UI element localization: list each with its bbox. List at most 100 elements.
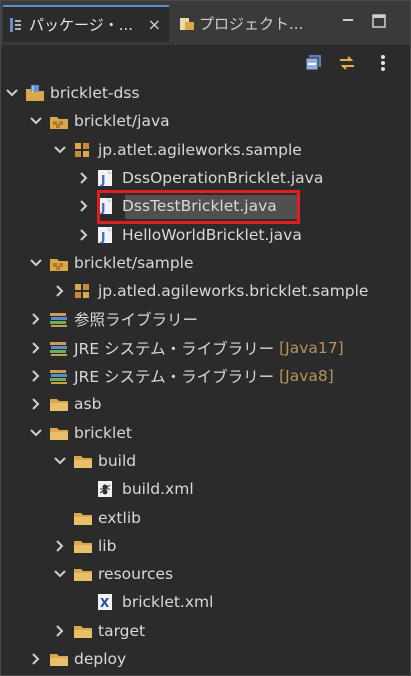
source-folder-icon — [49, 254, 68, 272]
folder-icon — [49, 395, 68, 413]
tab-package-explorer[interactable]: パッケージ・... × — [3, 5, 169, 42]
package-explorer-icon — [9, 17, 23, 33]
tree-item-label: JRE システム・ライブラリー — [74, 339, 275, 358]
folder-icon — [73, 537, 92, 555]
chevron-right-icon[interactable] — [53, 284, 67, 298]
tree-item-label: asb — [74, 395, 102, 414]
tree-item-decoration: [Java8] — [279, 367, 334, 385]
tree-item[interactable]: JRE システム・ライブラリー [Java8] — [29, 363, 334, 389]
chevron-right-icon[interactable] — [29, 341, 43, 355]
close-icon[interactable]: × — [148, 15, 161, 34]
chevron-right-icon[interactable] — [77, 228, 91, 242]
tree-item-label: target — [98, 621, 146, 640]
chevron-down-icon[interactable] — [29, 114, 43, 128]
chevron-down-icon[interactable] — [53, 143, 67, 157]
svg-text:J: J — [100, 230, 105, 244]
tree-item-label: jp.atlet.agileworks.sample — [98, 140, 302, 159]
library-icon — [49, 367, 67, 385]
svg-text:X: X — [100, 596, 110, 610]
library-icon — [49, 310, 67, 328]
tree-item[interactable]: jp.atled.agileworks.bricklet.sample — [53, 278, 368, 304]
folder-icon — [73, 509, 92, 527]
view-tab-bar: パッケージ・... × プロジェクト... — [1, 1, 410, 45]
chevron-down-icon[interactable] — [53, 454, 67, 468]
tree-item-label: 参照ライブラリー — [74, 311, 199, 330]
package-icon — [73, 141, 91, 159]
tab-package-explorer-label: パッケージ・... — [29, 16, 134, 34]
package-explorer-view: パッケージ・... × プロジェクト... Jbricklet-dss brick… — [0, 0, 411, 676]
maximize-icon[interactable] — [371, 13, 387, 28]
tree-item-label: resources — [98, 565, 174, 584]
xml-file-icon: X — [97, 593, 115, 611]
tree-item[interactable]: bricklet/sample — [29, 250, 194, 276]
tree-item-label: deploy — [74, 650, 127, 668]
tree-item[interactable]: deploy — [29, 646, 126, 672]
tree-item-label: HelloWorldBricklet.java — [122, 225, 302, 244]
java-file-icon: J — [97, 226, 115, 244]
svg-text:J: J — [100, 173, 105, 187]
tree-item[interactable]: JRE システム・ライブラリー [Java17] — [29, 335, 344, 361]
tree-item[interactable]: extlib — [53, 505, 141, 531]
source-folder-icon — [49, 112, 68, 130]
chevron-right-icon[interactable] — [77, 171, 91, 185]
collapse-all-icon[interactable] — [304, 53, 324, 73]
library-icon — [49, 339, 67, 357]
tree-item-label: bricklet — [74, 423, 132, 442]
tree-item[interactable]: bricklet/java — [29, 108, 170, 134]
chevron-right-icon[interactable] — [53, 624, 67, 638]
chevron-down-icon[interactable] — [29, 426, 43, 440]
chevron-right-icon[interactable] — [29, 312, 43, 326]
folder-icon — [73, 452, 92, 470]
tree-item-label: build — [98, 451, 137, 470]
chevron-right-icon[interactable] — [29, 652, 43, 666]
tree-item-label: bricklet-dss — [50, 84, 140, 102]
tree-item[interactable]: bricklet — [29, 420, 132, 446]
tree-item-label: DssOperationBricklet.java — [122, 168, 324, 187]
chevron-down-icon[interactable] — [5, 86, 19, 100]
chevron-right-icon[interactable] — [53, 539, 67, 553]
tab-project-explorer[interactable]: プロジェクト... — [173, 5, 308, 42]
tree-item[interactable]: Jbricklet-dss — [5, 80, 140, 106]
tree-item[interactable]: resources — [53, 561, 173, 587]
tree-item[interactable]: build.xml — [77, 476, 194, 502]
chevron-right-icon[interactable] — [77, 199, 91, 213]
selected-file-highlight — [97, 190, 300, 224]
package-icon — [73, 282, 91, 300]
tree-item-label: extlib — [98, 508, 141, 527]
minimize-icon[interactable] — [340, 13, 356, 27]
project-explorer-icon — [179, 16, 194, 32]
java-project-icon: J — [25, 84, 44, 102]
chevron-down-icon[interactable] — [29, 256, 43, 270]
folder-icon — [49, 424, 68, 442]
view-menu-icon[interactable] — [373, 53, 393, 73]
folder-icon — [73, 622, 92, 640]
tree-item[interactable]: J HelloWorldBricklet.java — [77, 222, 302, 248]
tree-item-label: bricklet/java — [74, 112, 170, 131]
tree-item[interactable]: J DssOperationBricklet.java — [77, 165, 323, 191]
tree-item[interactable]: Xbricklet.xml — [77, 589, 213, 615]
tree-item[interactable]: lib — [53, 533, 116, 559]
tree-item-label: jp.atled.agileworks.bricklet.sample — [98, 282, 369, 301]
tree-item[interactable]: build — [53, 448, 136, 474]
link-with-editor-icon[interactable] — [337, 53, 357, 73]
chevron-right-icon[interactable] — [29, 369, 43, 383]
tree-item-label: bricklet/sample — [74, 253, 194, 272]
tree-item-label: build.xml — [122, 480, 194, 499]
tree-item[interactable]: jp.atlet.agileworks.sample — [53, 137, 302, 163]
tree-item[interactable]: target — [53, 618, 145, 644]
folder-icon — [73, 565, 92, 583]
svg-text:J: J — [31, 85, 34, 93]
tree-item-decoration: [Java17] — [279, 338, 344, 357]
ant-xml-file-icon — [97, 480, 115, 498]
tree-item[interactable]: asb — [29, 391, 101, 417]
chevron-down-icon[interactable] — [53, 567, 67, 581]
tab-project-explorer-label: プロジェクト... — [199, 15, 304, 33]
view-toolbar — [1, 45, 410, 81]
java-file-icon: J — [97, 169, 115, 187]
tree-item[interactable]: 参照ライブラリー — [29, 306, 198, 332]
tree-item-label: JRE システム・ライブラリー — [74, 368, 275, 386]
chevron-right-icon[interactable] — [29, 397, 43, 411]
